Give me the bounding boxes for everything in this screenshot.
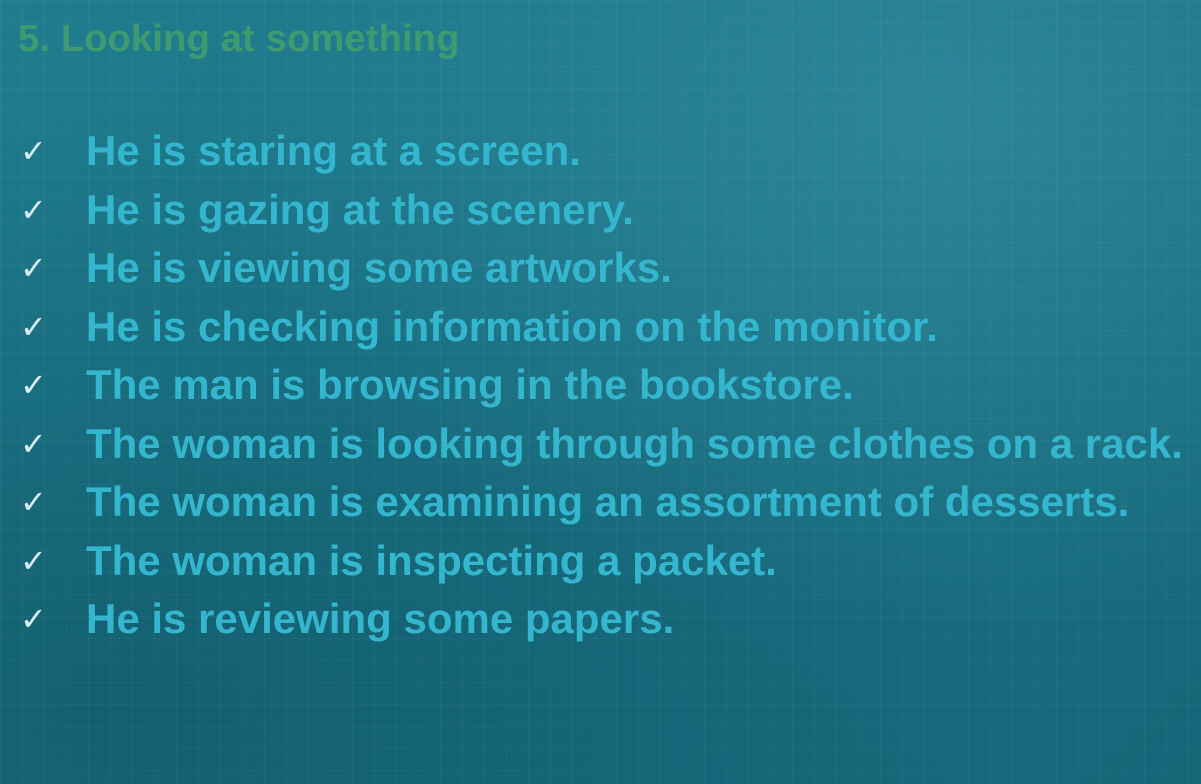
list-item-text: The woman is looking through some clothe… [86,419,1183,467]
list-item-text: He is gazing at the scenery. [86,185,634,233]
check-icon: ✓ [20,133,47,169]
list-item-text: He is staring at a screen. [86,127,581,174]
check-icon: ✓ [20,484,47,520]
check-icon: ✓ [20,308,47,345]
list-item: ✓ He is staring at a screen. [20,122,1195,181]
list-item-text: The woman is examining an assortment of … [86,478,1130,525]
bullet-list: ✓ He is staring at a screen. ✓ He is gaz… [20,122,1195,649]
check-icon: ✓ [20,601,47,637]
list-item: ✓ The woman is looking through some clot… [20,415,1195,474]
list-item: ✓ The woman is examining an assortment o… [20,473,1195,532]
check-icon: ✓ [20,367,47,403]
check-icon: ✓ [20,542,47,579]
list-item-text: He is viewing some artworks. [86,244,672,291]
list-item: ✓ The man is browsing in the bookstore. [20,356,1195,415]
slide: 5. Looking at something ✓ He is staring … [0,0,1201,784]
check-icon: ✓ [20,425,47,462]
list-item-text: The woman is inspecting a packet. [86,536,777,584]
list-item: ✓ He is checking information on the moni… [20,298,1195,357]
slide-title: 5. Looking at something [18,18,460,60]
check-icon: ✓ [20,250,47,286]
list-item: ✓ He is viewing some artworks. [20,239,1195,298]
list-item-text: He is checking information on the monito… [86,302,938,350]
list-item-text: The man is browsing in the bookstore. [86,361,854,408]
list-item: ✓ He is reviewing some papers. [20,590,1195,649]
list-item-text: He is reviewing some papers. [86,595,675,642]
list-item: ✓ The woman is inspecting a packet. [20,532,1195,591]
list-item: ✓ He is gazing at the scenery. [20,181,1195,240]
check-icon: ✓ [20,191,47,228]
